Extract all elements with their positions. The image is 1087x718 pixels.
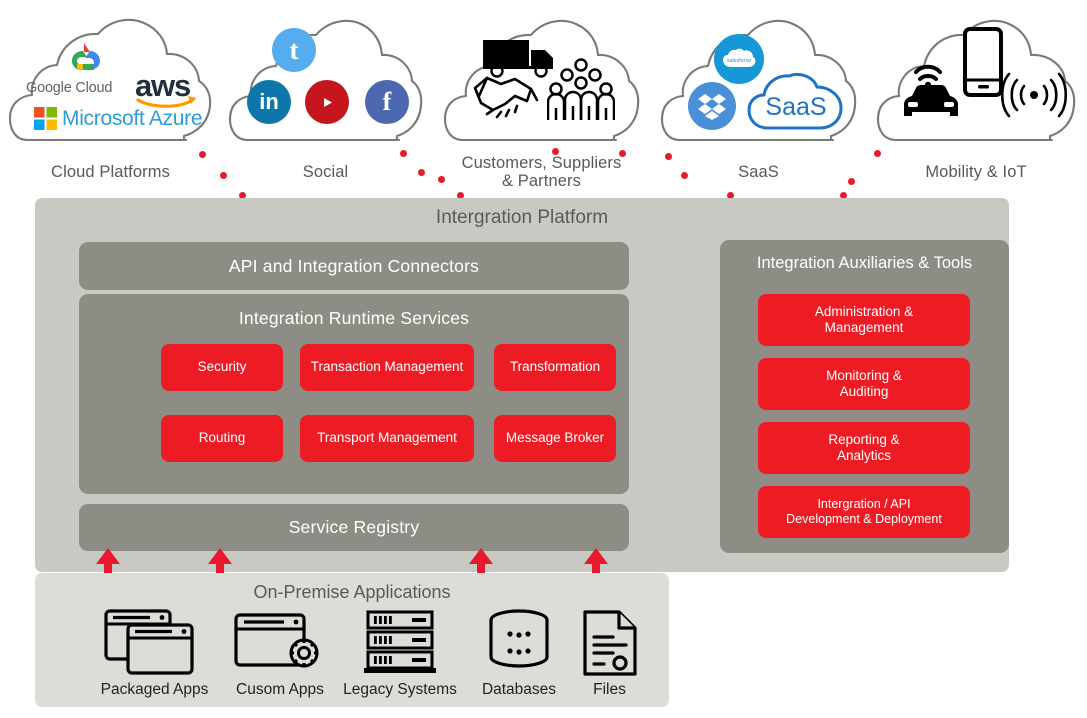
connector-dot: [619, 150, 626, 157]
auxiliaries-title: Integration Auxiliaries & Tools: [756, 254, 973, 272]
dropbox-icon: [688, 82, 736, 130]
dropbox-glyph: [698, 94, 726, 120]
chip-label: Transport Management: [317, 430, 457, 446]
saas-text: SaaS: [765, 93, 826, 121]
cloud-social: t in f Social: [228, 8, 423, 193]
salesforce-cloud-glyph: salesforce: [723, 48, 756, 67]
cloud-mobility-iot: Mobility & IoT: [876, 8, 1076, 193]
facebook-glyph: f: [382, 87, 392, 116]
service-chip-security[interactable]: Security: [161, 344, 283, 391]
connector-dot: [665, 153, 672, 160]
connector-dot: [874, 150, 881, 157]
chip-label: Reporting & Analytics: [828, 431, 900, 463]
service-chip-message-broker[interactable]: Message Broker: [494, 415, 616, 462]
service-registry-label: Service Registry: [288, 517, 420, 537]
connector-dot: [848, 178, 855, 185]
on-premise-item-cusom-apps[interactable]: Cusom Apps: [215, 609, 345, 699]
twitter-icon: t: [272, 28, 316, 72]
youtube-play-icon: [315, 93, 339, 111]
connector-dot: [681, 172, 688, 179]
service-chip-transaction-management[interactable]: Transaction Management: [300, 344, 474, 391]
chip-label: Monitoring & Auditing: [826, 367, 902, 399]
aux-chip-reporting-analytics[interactable]: Reporting & Analytics: [758, 422, 970, 474]
handshake-icon: [473, 76, 539, 119]
cloud-label-social: Social: [302, 163, 349, 181]
runtime-services-label: Integration Runtime Services: [238, 308, 470, 328]
chip-label: Message Broker: [505, 430, 605, 446]
chip-label: Security: [197, 359, 247, 375]
service-registry-band[interactable]: Service Registry: [79, 504, 629, 551]
azure-text: Microsoft Azure: [62, 107, 203, 130]
google-cloud-text: Google Cloud: [26, 80, 113, 96]
document-icon: [582, 610, 637, 676]
people-group-icon: [547, 58, 615, 120]
chip-label: Routing: [198, 430, 246, 446]
database-cylinder-icon: [489, 609, 549, 668]
cloud-label-cloud-platforms: Cloud Platforms: [51, 163, 170, 181]
aux-chip-administration-management[interactable]: Administration & Management: [758, 294, 970, 346]
cloud-label-customers: Customers, Suppliers & Partners: [461, 154, 622, 191]
on-premise-item-packaged-apps[interactable]: Packaged Apps: [77, 609, 232, 699]
saas-cloud-icon: SaaS: [747, 72, 843, 130]
google-cloud-wordmark: Google Cloud: [26, 80, 112, 96]
connected-car-icon: [904, 64, 958, 116]
on-premise-label: Databases: [481, 681, 557, 698]
facebook-icon: f: [365, 80, 409, 124]
cloud-label-saas: SaaS: [738, 163, 779, 181]
youtube-icon: [305, 80, 349, 124]
connector-dot: [438, 176, 445, 183]
connector-dot: [400, 150, 407, 157]
integration-runtime-services-box: Integration Runtime Services Security Tr…: [79, 294, 629, 494]
connector-dot: [220, 172, 227, 179]
window-gear-icon: [234, 613, 319, 668]
cloud-label-mobility-iot: Mobility & IoT: [925, 163, 1027, 181]
signal-waves-icon: [1000, 72, 1068, 118]
on-premise-label: Legacy Systems: [343, 681, 457, 698]
page-title: Intergration Platform: [435, 207, 609, 228]
on-premise-applications-panel: On-Premise Applications Packaged Apps Cu…: [35, 573, 669, 707]
chip-label: Transaction Management: [310, 359, 464, 375]
on-premise-item-databases[interactable]: Databases: [460, 609, 578, 699]
connector-dot: [552, 148, 559, 155]
on-premise-label: Cusom Apps: [236, 681, 324, 698]
cloud-saas: salesforce SaaS SaaS: [660, 8, 857, 193]
on-premise-label: Packaged Apps: [100, 681, 209, 698]
integration-auxiliaries-panel: Integration Auxiliaries & Tools Administ…: [720, 240, 1009, 553]
linkedin-glyph: in: [259, 89, 279, 114]
integration-platform-panel: Intergration Platform API and Integratio…: [35, 198, 1009, 572]
on-premise-label: Files: [593, 681, 626, 698]
svg-text:salesforce: salesforce: [727, 58, 752, 64]
on-premise-item-legacy-systems[interactable]: Legacy Systems: [330, 609, 470, 699]
server-rack-icon: [364, 610, 436, 673]
chip-label: Intergration / API Development & Deploym…: [786, 496, 942, 526]
service-chip-routing[interactable]: Routing: [161, 415, 283, 462]
service-chip-transport-management[interactable]: Transport Management: [300, 415, 474, 462]
on-premise-item-files[interactable]: Files: [562, 609, 657, 699]
diagram-canvas: Google Cloud aws Microsoft Azure Cloud P…: [0, 0, 1087, 718]
linkedin-icon: in: [247, 80, 291, 124]
microsoft-logo-icon: [34, 107, 57, 130]
stacked-windows-icon: [103, 609, 194, 675]
aux-chip-monitoring-auditing[interactable]: Monitoring & Auditing: [758, 358, 970, 410]
chip-label: Transformation: [509, 359, 601, 375]
microsoft-azure-wordmark: Microsoft Azure: [62, 107, 203, 131]
connector-dot: [199, 151, 206, 158]
api-connectors-label: API and Integration Connectors: [228, 256, 480, 276]
chip-label: Administration & Management: [814, 303, 914, 335]
twitter-glyph: t: [289, 34, 299, 65]
cloud-customers-suppliers-partners: Customers, Suppliers & Partners: [443, 8, 640, 203]
aux-chip-integration-api-development[interactable]: Intergration / API Development & Deploym…: [758, 486, 970, 538]
connector-dot: [418, 169, 425, 176]
api-integration-connectors-band[interactable]: API and Integration Connectors: [79, 242, 629, 290]
google-cloud-logo: [72, 43, 100, 70]
service-chip-transformation[interactable]: Transformation: [494, 344, 616, 391]
cloud-cloud-platforms: Google Cloud aws Microsoft Azure Cloud P…: [8, 8, 213, 193]
on-premise-title: On-Premise Applications: [253, 582, 451, 602]
